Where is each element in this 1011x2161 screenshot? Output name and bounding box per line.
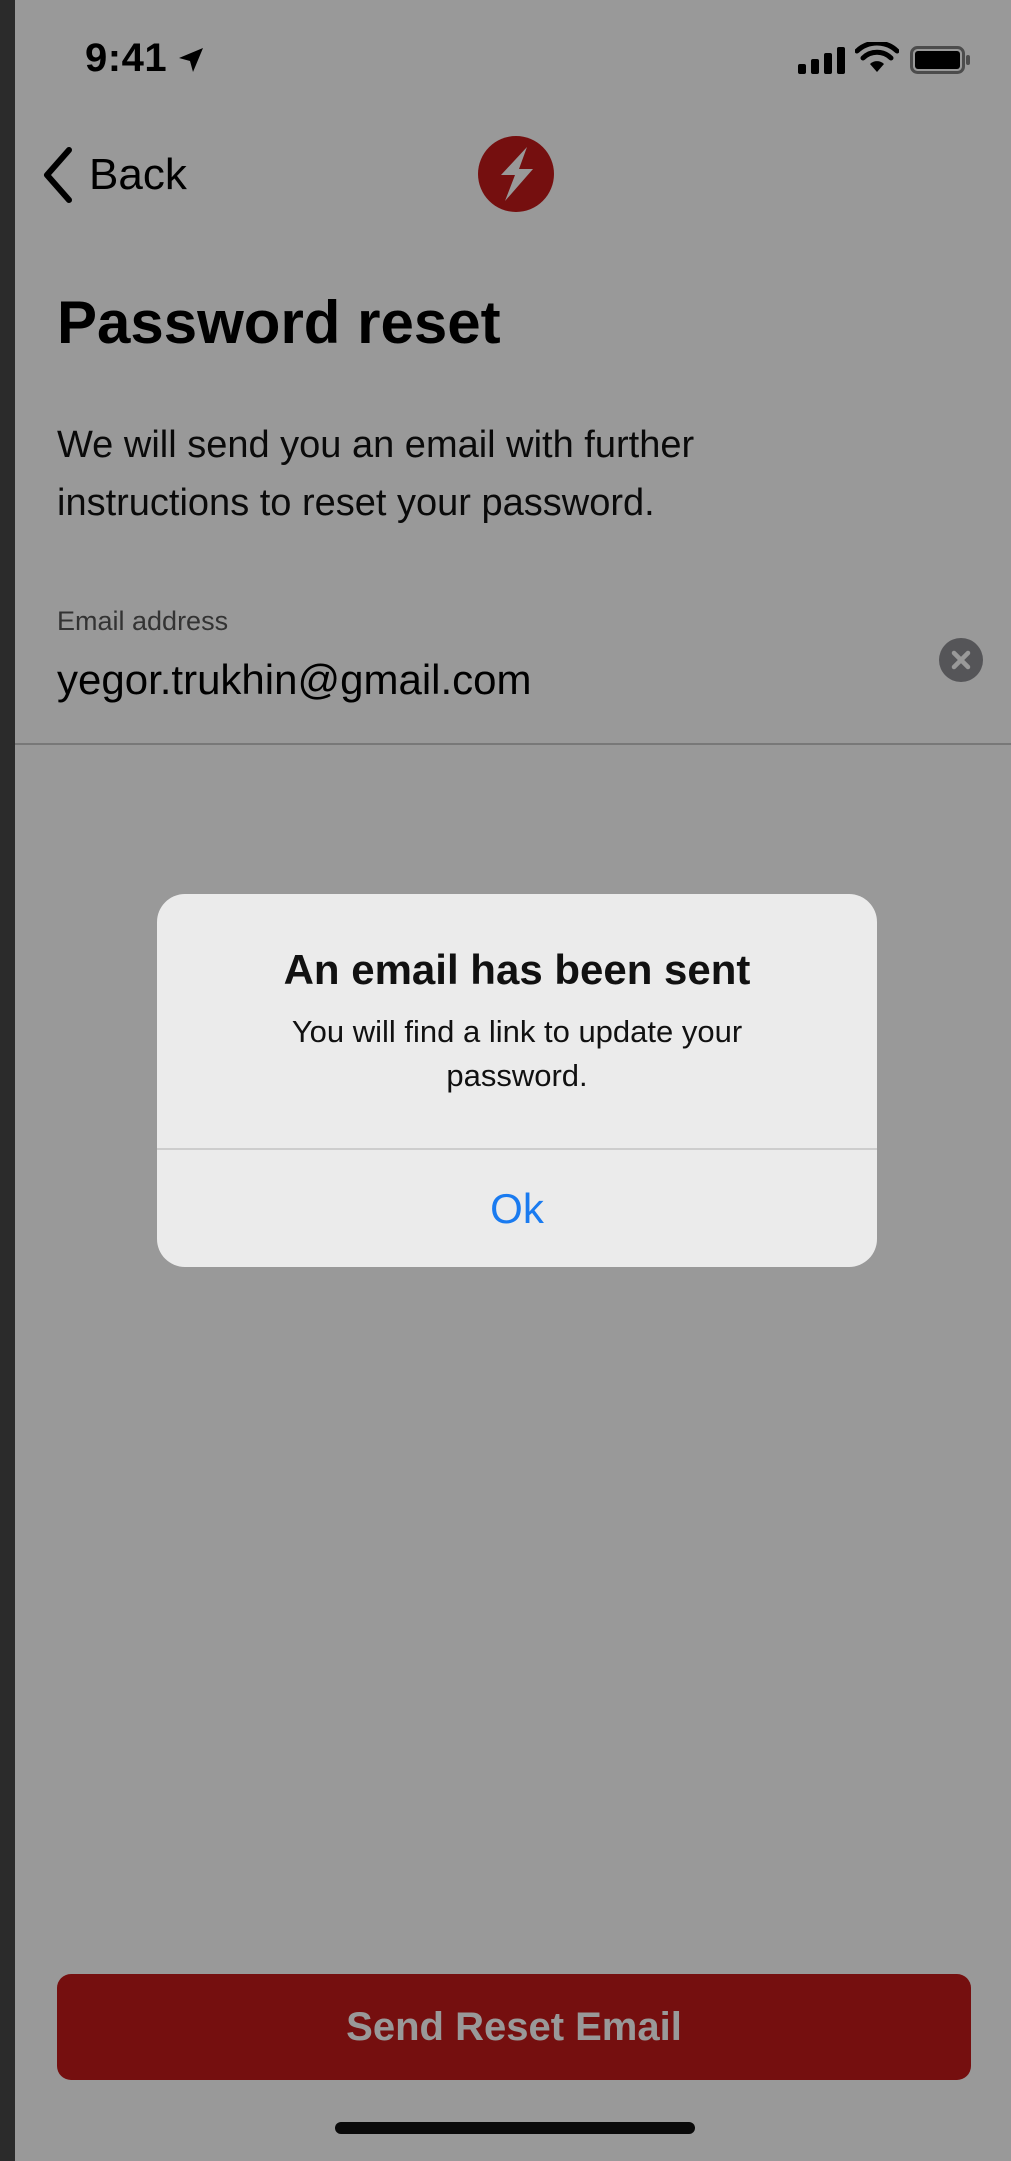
alert-title: An email has been sent xyxy=(283,946,751,993)
alert-dialog: An email has been sent You will find a l… xyxy=(157,894,877,1267)
alert-message: You will find a link to update your pass… xyxy=(291,1014,743,1093)
alert-ok-button[interactable]: Ok xyxy=(157,1150,877,1267)
password-reset-screen: 9:41 Back Password reset We will send yo… xyxy=(15,0,1011,2161)
